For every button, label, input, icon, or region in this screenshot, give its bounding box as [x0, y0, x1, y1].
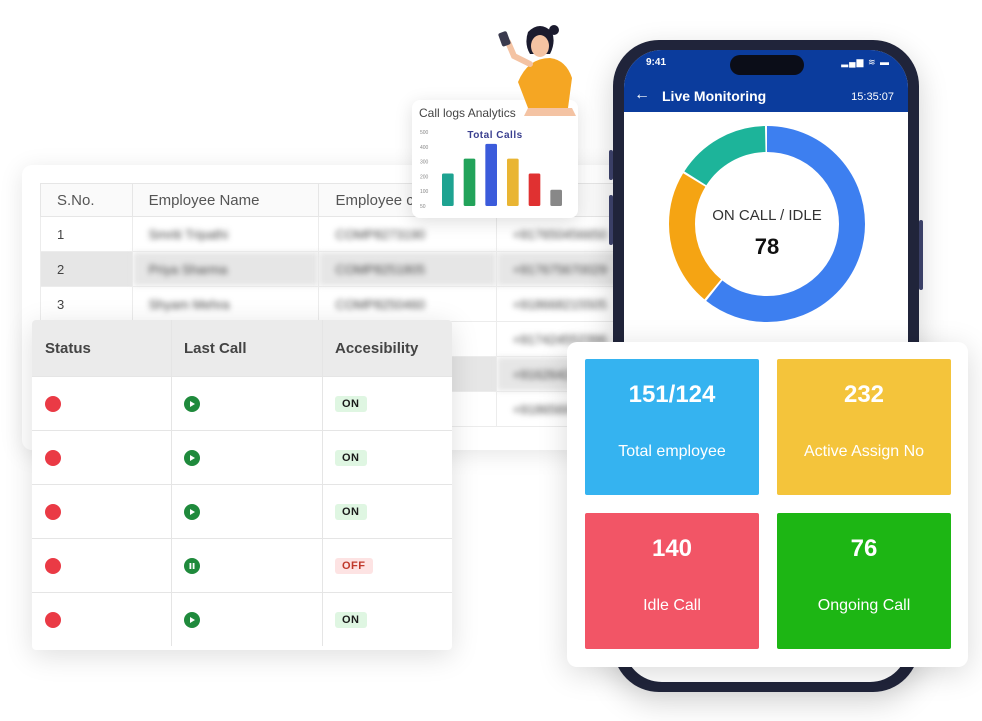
- cell-code: COMP8250460: [318, 286, 497, 322]
- cell-code: COMP8251805: [318, 251, 497, 287]
- cell-name: Priya Sharma: [131, 251, 320, 287]
- header-status[interactable]: Status: [32, 320, 172, 376]
- donut-label: ON CALL / IDLE: [712, 207, 821, 224]
- play-icon[interactable]: [184, 449, 200, 466]
- y-tick-label: 200: [420, 174, 429, 180]
- bar-0: [442, 173, 454, 206]
- tile-label: Active Assign No: [803, 443, 925, 460]
- table-row[interactable]: ON: [32, 376, 452, 430]
- active-assign-tile[interactable]: 232 Active Assign No: [777, 359, 951, 495]
- table-row[interactable]: 1 Smriti Tripathi COMP8273190 +917650456…: [40, 216, 662, 252]
- tile-value: 232: [843, 381, 885, 408]
- status-table-card: Status Last Call Accesibility ON ON ON O…: [32, 320, 452, 650]
- stats-card: 151/124 Total employee 232 Active Assign…: [567, 342, 968, 667]
- y-tick-label: 50: [420, 204, 426, 210]
- table-row[interactable]: ON: [32, 592, 452, 646]
- table-row[interactable]: ON: [32, 430, 452, 484]
- app-bar: 9:41 ▂▄▆ ≋ ▬ ← Live Monitoring 15:35:07: [624, 50, 908, 112]
- cell-sno: 2: [40, 251, 133, 287]
- header-accessibility[interactable]: Accesibility: [323, 320, 452, 376]
- cell-sno: 1: [40, 216, 133, 252]
- tile-label: Ongoing Call: [817, 597, 911, 614]
- ongoing-call-tile[interactable]: 76 Ongoing Call: [777, 513, 951, 649]
- tile-value: 151/124: [628, 381, 716, 408]
- header-last-call[interactable]: Last Call: [172, 320, 323, 376]
- cell-code: COMP8273190: [318, 216, 497, 252]
- total-calls-bar-chart: 500 400 300 200 100 50: [420, 130, 562, 210]
- play-icon[interactable]: [184, 395, 200, 412]
- accessibility-badge: ON: [335, 449, 367, 466]
- phone-side-button: [609, 195, 613, 245]
- donut-value: 78: [755, 234, 779, 259]
- tile-label: Total employee: [618, 443, 726, 460]
- table-row[interactable]: ON: [32, 484, 452, 538]
- accessibility-badge: ON: [335, 611, 367, 628]
- status-dot-icon: [45, 449, 61, 466]
- total-employee-tile[interactable]: 151/124 Total employee: [585, 359, 759, 495]
- header-employee-name[interactable]: Employee Name: [131, 183, 320, 217]
- phone-side-button: [609, 150, 613, 180]
- play-icon[interactable]: [184, 611, 200, 628]
- y-tick-label: 100: [420, 189, 429, 195]
- accessibility-badge: ON: [335, 503, 367, 520]
- bar-4: [528, 173, 541, 206]
- table-row[interactable]: 3 Shyam Mehra COMP8250460 +918668215505: [40, 286, 662, 322]
- table-row[interactable]: 2 Priya Sharma COMP8251805 +917675670029: [40, 251, 662, 287]
- accessibility-badge: ON: [335, 395, 367, 412]
- pause-icon[interactable]: [184, 557, 200, 574]
- bar-2: [485, 143, 497, 206]
- status-dot-icon: [45, 395, 61, 412]
- play-icon[interactable]: [184, 503, 200, 520]
- status-table-header: Status Last Call Accesibility: [32, 320, 452, 376]
- y-tick-label: 300: [420, 160, 429, 166]
- bar-1: [463, 158, 476, 206]
- page-title: Live Monitoring: [662, 88, 767, 104]
- y-tick-label: 400: [420, 145, 429, 151]
- cell-name: Shyam Mehra: [131, 286, 320, 322]
- status-dot-icon: [45, 611, 61, 628]
- phone-side-button: [919, 220, 923, 290]
- cell-name: Smriti Tripathi: [131, 216, 320, 252]
- y-tick-label: 500: [420, 130, 429, 136]
- woman-with-phone-illustration: [498, 25, 576, 116]
- table-row[interactable]: OFF: [32, 538, 452, 592]
- idle-call-tile[interactable]: 140 Idle Call: [585, 513, 759, 649]
- back-arrow-icon[interactable]: ←: [634, 86, 650, 104]
- bar-3: [507, 158, 519, 206]
- dynamic-island: [730, 55, 804, 75]
- on-call-idle-donut-chart: ON CALL / IDLE 78: [669, 126, 865, 322]
- tile-value: 140: [651, 535, 693, 562]
- live-clock: 15:35:07: [851, 91, 894, 103]
- accessibility-badge: OFF: [335, 557, 373, 574]
- status-bar-time: 9:41: [646, 57, 667, 68]
- status-dot-icon: [45, 503, 61, 520]
- cell-sno: 3: [40, 286, 133, 322]
- tile-value: 76: [850, 535, 878, 562]
- bar-5: [550, 189, 562, 206]
- status-dot-icon: [45, 557, 61, 574]
- signal-wifi-battery-icon: ▂▄▆ ≋ ▬: [841, 57, 890, 67]
- header-sno[interactable]: S.No.: [40, 183, 133, 217]
- tile-label: Idle Call: [643, 597, 701, 614]
